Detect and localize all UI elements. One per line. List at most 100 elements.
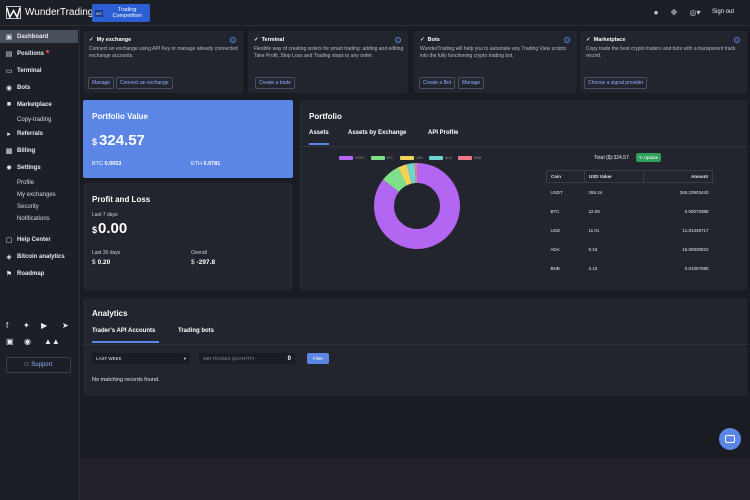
card-marketplace: ✓ Marketplace ? Copy trade the best crypt… <box>580 31 747 93</box>
sidebar: ▣ Dashboard ▤ Positions ▭ Terminal ◉ Bot… <box>0 27 80 500</box>
tab-assets[interactable]: Assets <box>309 130 329 136</box>
reddit-icon[interactable]: ◉ <box>24 337 31 346</box>
bitcoin-icon: ◈ <box>6 253 12 261</box>
chart-legend: USDT BTC USD ADA BNB <box>339 156 481 160</box>
legend-item-usdt[interactable]: USDT <box>339 156 365 160</box>
check-icon: ✓ <box>89 37 94 43</box>
create-bot-button[interactable]: Create a Bot <box>419 77 456 89</box>
help-icon[interactable]: ? <box>395 37 401 43</box>
top-bar: WunderTrading WT Trading Competition ● ❉… <box>0 0 750 26</box>
portfolio-total: Total ($):324.57 <box>594 155 629 161</box>
update-button[interactable]: ↻ Update <box>636 153 662 162</box>
cell-amount: 0.00072988 <box>684 208 709 214</box>
choose-signal-provider-button[interactable]: Choose a signal provider <box>584 77 648 89</box>
help-icon[interactable]: ? <box>734 37 740 43</box>
tab-traders-api-accounts[interactable]: Trader's API Accounts <box>92 328 155 334</box>
card-bots: ✓ Bots ? WunderTrading will help you to a… <box>414 31 577 93</box>
positions-icon: ▤ <box>5 50 13 58</box>
globe-icon[interactable]: ◎▾ <box>688 9 702 17</box>
portfolio-donut-chart[interactable] <box>374 163 460 249</box>
column-header-coin[interactable]: Coin <box>546 170 585 183</box>
chat-icon: □ <box>24 362 29 368</box>
tab-api-profile[interactable]: API Profile <box>428 130 458 136</box>
cell-amount: 11.01349717 <box>682 227 709 233</box>
divider <box>299 146 747 147</box>
sidebar-item-dashboard[interactable]: ▣ Dashboard <box>0 30 78 43</box>
settings-icon[interactable]: ❉ <box>670 9 678 17</box>
manage-bots-button[interactable]: Manage <box>458 77 485 89</box>
tab-assets-by-exchange[interactable]: Assets by Exchange <box>348 130 406 136</box>
sidebar-item-marketplace[interactable]: ■ Marketplace <box>0 98 78 111</box>
create-trade-button[interactable]: Create a trade <box>255 77 295 89</box>
tab-trading-bots[interactable]: Trading bots <box>178 328 214 334</box>
min-trades-quantity-input[interactable]: MIN TRADES QUANTITY 0 <box>199 353 295 364</box>
cell-coin: USDT <box>550 189 563 195</box>
period-select[interactable]: LAST WEEK ▾ <box>92 353 190 364</box>
portfolio-value-amount: $324.57 <box>92 132 145 149</box>
cell-coin: BNB <box>550 265 560 271</box>
refresh-icon: ↻ <box>639 154 643 160</box>
cell-amount: 0.01097590 <box>684 265 709 271</box>
help-icon[interactable]: ? <box>230 37 236 43</box>
chevron-down-icon: ▾ <box>183 355 186 361</box>
sidebar-item-notifications[interactable]: Notifications <box>0 212 78 225</box>
cell-amount: 16.00830822 <box>682 246 709 252</box>
trading-competition-banner[interactable]: WT Trading Competition <box>92 4 150 22</box>
sidebar-item-help-center[interactable]: ▢ Help Center <box>0 233 78 246</box>
sidebar-item-settings[interactable]: ✹ Settings <box>0 161 78 174</box>
chat-icon <box>725 435 735 443</box>
connect-exchange-button[interactable]: Connect an exchange <box>116 77 173 89</box>
card-description: Copy trade the best crypto traders and b… <box>586 46 736 59</box>
check-icon: ✓ <box>420 37 425 43</box>
last7-label: Last 7 days <box>92 212 118 218</box>
card-description: Connect an exchange using API Key or man… <box>89 46 238 59</box>
sidebar-item-bots[interactable]: ◉ Bots <box>0 81 78 94</box>
chat-launcher-button[interactable] <box>719 428 741 450</box>
column-header-usd-value[interactable]: USD Value <box>583 170 645 183</box>
card-terminal: ✓ Terminal ? Flexible way of creating ord… <box>248 31 408 93</box>
manage-exchange-button[interactable]: Manage <box>88 77 115 89</box>
card-description: WunderTrading will help you to automate … <box>420 46 567 59</box>
legend-item-bnb[interactable]: BNB <box>458 156 481 160</box>
sidebar-item-billing[interactable]: ▩ Billing <box>0 144 78 157</box>
last7-value: $0.00 <box>92 220 128 237</box>
sidebar-item-terminal[interactable]: ▭ Terminal <box>0 64 78 77</box>
cell-usd: 11.01 <box>588 227 600 233</box>
table-row: ADA 9.16 16.00830822 <box>547 240 713 259</box>
analytics-panel: Analytics Trader's API Accounts Trading … <box>83 298 747 396</box>
brand-logo[interactable]: WunderTrading <box>6 6 93 19</box>
discord-icon[interactable]: ▣ <box>6 337 14 346</box>
legend-item-usd[interactable]: USD <box>399 156 423 160</box>
sidebar-item-positions[interactable]: ▤ Positions <box>0 47 78 60</box>
megaphone-icon: ▸ <box>7 130 11 138</box>
support-button[interactable]: □ Support <box>6 357 71 373</box>
cell-coin: USD <box>550 227 561 233</box>
tradingview-icon[interactable]: ▲▲ <box>44 337 60 346</box>
sidebar-item-roadmap[interactable]: ⚑ Roadmap <box>0 267 78 280</box>
divider <box>83 344 747 345</box>
check-icon: ✓ <box>254 37 259 43</box>
check-icon: ✓ <box>586 37 591 43</box>
bot-icon: ◉ <box>5 84 13 92</box>
brand-name: WunderTrading <box>25 7 94 18</box>
sidebar-item-copy-trading[interactable]: Copy-trading <box>0 113 78 126</box>
eth-value: ETH 0.0781 <box>191 161 221 167</box>
table-row: BTC 22.09 0.00072988 <box>547 202 713 221</box>
profit-loss-title: Profit and Loss <box>92 195 151 204</box>
sign-out-link[interactable]: Sign out <box>712 9 734 15</box>
filter-button[interactable]: Filter <box>307 353 329 364</box>
billing-icon: ▩ <box>5 147 13 155</box>
footer-area <box>80 458 750 500</box>
sidebar-item-bitcoin-analytics[interactable]: ◈ Bitcoin analytics <box>0 250 78 263</box>
legend-item-ada[interactable]: ADA <box>428 156 452 160</box>
facebook-icon[interactable]: f <box>6 321 8 330</box>
user-icon[interactable]: ● <box>652 9 660 17</box>
cell-usd: 3.15 <box>588 265 598 271</box>
help-icon[interactable]: ? <box>564 37 570 43</box>
column-header-amount[interactable]: Amount <box>643 170 713 183</box>
sidebar-item-referrals[interactable]: ▸ Referrals <box>0 127 78 140</box>
legend-item-btc[interactable]: BTC <box>370 156 394 160</box>
youtube-icon[interactable]: ▶ <box>41 321 47 330</box>
telegram-icon[interactable]: ➤ <box>62 321 69 330</box>
twitter-icon[interactable]: ✦ <box>23 321 30 330</box>
